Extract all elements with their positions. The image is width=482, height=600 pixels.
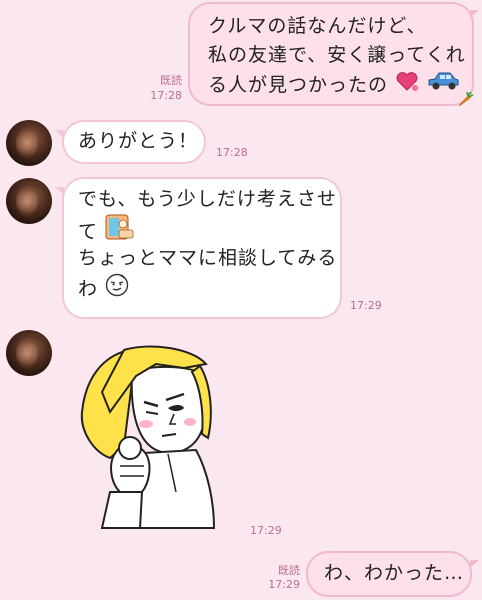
message-text: クルマの話なんだけど、 (208, 15, 427, 37)
message-text: でも、もう少しだけ考えさせ (78, 188, 337, 210)
read-receipt: 既読 (160, 74, 182, 87)
heart-icon (395, 70, 419, 101)
read-receipt: 既読 (278, 564, 300, 577)
message-time: 17:29 (268, 578, 300, 591)
bubble-tail (470, 10, 479, 18)
bubble-tail (55, 187, 64, 195)
blonde-character-pointing-sticker-image (80, 345, 216, 529)
message-text-with-emoji: わ (78, 273, 330, 306)
bubble-tail (470, 560, 479, 568)
character-sticker[interactable] (80, 342, 230, 532)
message-bubble-received[interactable]: ありがとう！ (62, 120, 206, 164)
message-text: ちょっとママに相談してみる (78, 247, 338, 269)
message-text: 私の友達で、安く譲ってくれ (208, 44, 466, 66)
bubble-tail (55, 130, 64, 138)
blue-car-icon (426, 70, 460, 101)
avatar[interactable] (6, 178, 52, 224)
message-bubble-sent[interactable]: クルマの話なんだけど、 私の友達で、安く譲ってくれ る人が見つかったの (188, 2, 474, 106)
avatar[interactable] (6, 120, 52, 166)
avatar[interactable] (6, 330, 52, 376)
message-bubble-sent[interactable]: わ、わかった… (306, 551, 472, 597)
message-text-with-emoji: る人が見つかったの (208, 70, 460, 101)
carrot-icon (456, 90, 474, 112)
message-time: 17:29 (250, 524, 282, 537)
message-text: わ、わかった… (324, 562, 465, 584)
message-time: 17:28 (150, 89, 182, 102)
message-time: 17:29 (350, 299, 382, 312)
message-bubble-received[interactable]: でも、もう少しだけ考えさせ て ちょっとママに相談してみる わ (62, 177, 342, 319)
smirk-face-icon (105, 273, 129, 306)
message-text-with-emoji: て (78, 214, 330, 244)
message-text: ありがとう！ (78, 130, 199, 152)
message-time: 17:28 (216, 146, 248, 159)
